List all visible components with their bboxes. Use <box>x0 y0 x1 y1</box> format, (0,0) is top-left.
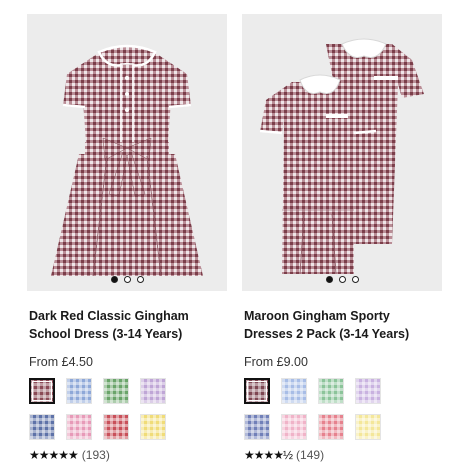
carousel-dots <box>27 276 227 283</box>
swatch-lilac[interactable] <box>140 378 166 404</box>
swatch-navy[interactable] <box>29 414 55 440</box>
swatch-yellow[interactable] <box>355 414 381 440</box>
product-rating: ★★★★★ (193) <box>29 448 227 462</box>
color-swatches <box>244 378 442 440</box>
product-card[interactable]: Dark Red Classic Gingham School Dress (3… <box>27 14 227 462</box>
product-rating: ★★★★½ (149) <box>244 448 442 462</box>
product-card[interactable]: Maroon Gingham Sporty Dresses 2 Pack (3-… <box>242 14 442 462</box>
swatch-pink[interactable] <box>66 414 92 440</box>
product-title[interactable]: Dark Red Classic Gingham School Dress (3… <box>29 307 225 343</box>
carousel-dot[interactable] <box>351 276 359 283</box>
product-price: From £4.50 <box>29 355 93 369</box>
swatch-red[interactable] <box>103 414 129 440</box>
swatch-blue[interactable] <box>66 378 92 404</box>
swatch-red[interactable] <box>318 414 344 440</box>
carousel-dots <box>242 276 442 283</box>
swatch-lilac[interactable] <box>355 378 381 404</box>
star-rating-icon: ★★★★★ <box>29 448 79 462</box>
product-image[interactable] <box>242 14 442 291</box>
carousel-dot[interactable] <box>136 276 144 283</box>
product-grid: Dark Red Classic Gingham School Dress (3… <box>0 0 451 462</box>
carousel-dot[interactable] <box>123 276 131 283</box>
review-count[interactable]: (149) <box>296 448 324 462</box>
product-price: From £9.00 <box>244 355 308 369</box>
swatch-yellow[interactable] <box>140 414 166 440</box>
carousel-dot[interactable] <box>325 276 333 283</box>
swatch-blue[interactable] <box>281 378 307 404</box>
swatch-maroon[interactable] <box>244 378 270 404</box>
swatch-pink[interactable] <box>281 414 307 440</box>
review-count[interactable]: (193) <box>82 448 110 462</box>
color-swatches <box>29 378 227 440</box>
star-rating-icon: ★★★★½ <box>244 448 293 462</box>
product-title[interactable]: Maroon Gingham Sporty Dresses 2 Pack (3-… <box>244 307 440 343</box>
product-image[interactable] <box>27 14 227 291</box>
carousel-dot[interactable] <box>110 276 118 283</box>
swatch-green[interactable] <box>103 378 129 404</box>
swatch-navy[interactable] <box>244 414 270 440</box>
carousel-dot[interactable] <box>338 276 346 283</box>
swatch-dark-red[interactable] <box>29 378 55 404</box>
swatch-green[interactable] <box>318 378 344 404</box>
